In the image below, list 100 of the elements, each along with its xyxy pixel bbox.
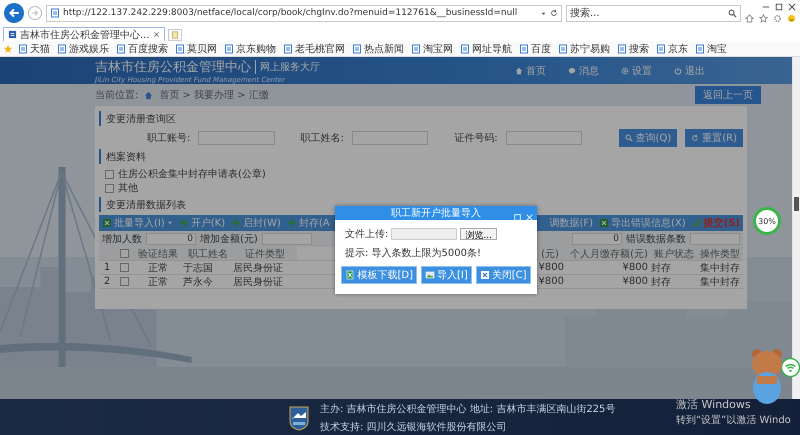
footer-text: 技术支持: 四川久远银海软件股份有限公司 bbox=[320, 420, 508, 434]
search-icon bbox=[728, 8, 737, 18]
page-icon bbox=[519, 44, 529, 54]
favorite-link[interactable]: 老毛桃官网 bbox=[281, 42, 347, 56]
row-number: 2 bbox=[99, 275, 115, 289]
checkbox[interactable] bbox=[120, 277, 128, 286]
browse-button[interactable]: 浏览... bbox=[460, 228, 497, 240]
address-field[interactable]: http://122.137.242.229:8003/netface/local/corp/book/chgInv.do?menuid=112761&__businessId=null bbox=[46, 4, 562, 22]
stat-label: 增加人数 bbox=[102, 232, 142, 246]
page-icon bbox=[617, 44, 627, 54]
table-cell: 正常 bbox=[133, 275, 183, 289]
input-field[interactable] bbox=[198, 131, 275, 145]
back-button[interactable] bbox=[4, 3, 24, 23]
page-icon bbox=[411, 44, 421, 54]
table-cell: 于志国 bbox=[183, 261, 233, 275]
input-field[interactable] bbox=[352, 131, 428, 145]
new-tab-button[interactable] bbox=[168, 29, 182, 41]
stat-field: 0 bbox=[146, 233, 196, 245]
gear-icon bbox=[773, 14, 782, 23]
table-cell: 封存 bbox=[651, 275, 697, 289]
table-cell: 封存 bbox=[651, 261, 697, 275]
row-number: 1 bbox=[99, 261, 115, 275]
search-field[interactable]: 搜索... bbox=[566, 4, 741, 22]
stat-label: 增加金额(元) bbox=[200, 232, 258, 246]
favorite-link[interactable]: 网址导航 bbox=[458, 42, 514, 56]
close-icon bbox=[480, 270, 490, 280]
check-icon bbox=[692, 218, 702, 228]
table-cell: 居民身份证 bbox=[233, 275, 297, 289]
close-icon bbox=[788, 3, 796, 11]
arrow-icon bbox=[31, 9, 39, 17]
favorite-link[interactable]: 热点新闻 bbox=[350, 42, 406, 56]
power-icon bbox=[674, 66, 682, 74]
star-icon bbox=[759, 14, 768, 23]
favorite-link[interactable]: 游戏娱乐 bbox=[55, 42, 111, 56]
favorite-link[interactable]: 百度搜索 bbox=[114, 42, 170, 56]
page-icon bbox=[50, 8, 60, 18]
breadcrumb-label: 当前位置: bbox=[95, 88, 138, 102]
footer-text: 主办: 吉林市住房公积金管理中心 地址: 吉林市丰满区南山街225号 bbox=[320, 402, 616, 416]
table-cell: 居民身份证 bbox=[233, 261, 297, 275]
breadcrumb-path: 首页 > 我要办理 > 汇缴 bbox=[159, 88, 269, 102]
page-icon bbox=[352, 44, 362, 54]
table-cell: ¥800 bbox=[567, 275, 651, 289]
favorite-link[interactable]: 淘宝网 bbox=[409, 42, 455, 56]
site-subtitle: 网上服务大厅 bbox=[255, 60, 320, 74]
favorite-link[interactable]: 天猫 bbox=[16, 42, 52, 56]
stat-field bbox=[262, 233, 312, 245]
input-field[interactable] bbox=[506, 131, 582, 145]
checkbox[interactable] bbox=[105, 170, 114, 178]
favorite-link[interactable]: 莫贝网 bbox=[173, 42, 219, 56]
column-header: 证件类型 bbox=[233, 247, 297, 261]
checkbox[interactable] bbox=[120, 263, 128, 272]
page-icon bbox=[224, 44, 234, 54]
page-icon bbox=[8, 30, 17, 39]
stat-field bbox=[690, 233, 740, 245]
favorite-link[interactable]: 淘宝 bbox=[693, 42, 729, 56]
page-icon bbox=[116, 44, 126, 54]
gear-icon bbox=[621, 66, 629, 74]
table-cell: 正常 bbox=[133, 261, 183, 275]
favorite-link[interactable]: 京东 bbox=[654, 42, 690, 56]
field-label: 职工姓名: bbox=[300, 132, 344, 145]
checkbox-label: 住房公积金集中封存申请表(公章) bbox=[118, 168, 266, 181]
file-field[interactable] bbox=[391, 228, 458, 240]
plus-icon bbox=[178, 218, 189, 228]
page-icon bbox=[18, 44, 28, 54]
bear-mascot-drawing[interactable] bbox=[750, 346, 784, 406]
favorite-link[interactable]: 苏宁易购 bbox=[556, 42, 612, 56]
table-cell: ¥800 bbox=[567, 261, 651, 275]
activation-title: 激活 Windows bbox=[676, 397, 752, 412]
page-icon bbox=[170, 31, 179, 39]
wifi-icon[interactable] bbox=[781, 358, 800, 377]
scrollbar-thumb[interactable] bbox=[794, 197, 799, 211]
arrow-icon bbox=[8, 7, 20, 19]
checkbox[interactable] bbox=[105, 184, 114, 192]
caret-icon bbox=[166, 220, 173, 226]
home-icon bbox=[144, 90, 154, 100]
page-icon bbox=[175, 44, 185, 54]
column-header: 验证结果 bbox=[133, 247, 183, 261]
home-icon bbox=[745, 14, 754, 23]
maximize-icon bbox=[775, 3, 783, 11]
page-icon bbox=[283, 44, 293, 54]
page-icon bbox=[558, 44, 568, 54]
favorite-link[interactable]: 百度 bbox=[517, 42, 553, 56]
table-cell: 集中封存 bbox=[697, 275, 743, 289]
forward-button[interactable] bbox=[28, 6, 42, 20]
favorite-link[interactable]: 京东购物 bbox=[222, 42, 278, 56]
chat-icon bbox=[568, 66, 576, 74]
star-icon bbox=[3, 44, 13, 54]
hint-text: 提示: 导入条数上限为5000条! bbox=[345, 246, 482, 260]
spreadsheet-icon bbox=[102, 218, 112, 228]
favorite-link[interactable]: 搜索 bbox=[615, 42, 651, 56]
page-icon bbox=[460, 44, 470, 54]
stat-field: 0 bbox=[572, 233, 622, 245]
checkbox[interactable] bbox=[120, 249, 128, 258]
browser-tab[interactable]: 吉林市住房公积金管理中心... bbox=[3, 27, 165, 41]
checkbox-label: 其他 bbox=[118, 182, 138, 195]
table-cell: 芦永今 bbox=[183, 275, 233, 289]
field-label: 证件号码: bbox=[454, 132, 498, 145]
activation-text: 转到“设置”以激活 Windo bbox=[676, 414, 791, 427]
smiley-icon bbox=[787, 14, 796, 23]
page-icon bbox=[695, 44, 705, 54]
